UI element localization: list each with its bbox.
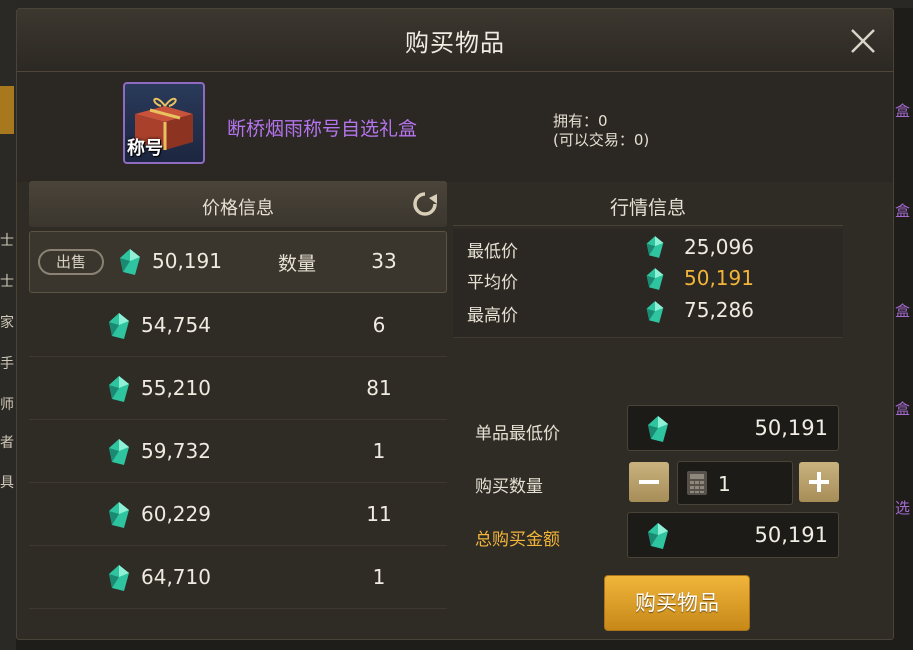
unit-price-value: 50,191 [754,416,828,440]
market-info-box: 最低价 25,096 平均价 50,191 最高价 75,286 [453,229,843,338]
listing-row[interactable]: 60,229 11 [29,484,447,546]
gem-icon [646,236,664,258]
gem-icon [646,268,664,290]
quantity-stepper [677,461,793,505]
listing-price: 60,229 [141,502,211,526]
avg-price-label: 平均价 [467,273,518,293]
gem-icon [120,249,140,275]
quantity-label: 数量 [278,253,317,275]
listing-quantity: 1 [372,565,386,589]
gem-icon [109,313,129,339]
listing-price: 59,732 [141,439,211,463]
listing-price: 55,210 [141,376,211,400]
price-info-title: 价格信息 [202,198,274,219]
listing-row[interactable]: 55,210 81 [29,358,447,420]
background-left-tab: 师 [0,397,14,413]
listing-quantity: 33 [371,249,397,273]
min-price-label: 最低价 [467,242,518,262]
max-price-label: 最高价 [467,306,518,326]
total-price-value: 50,191 [754,523,828,547]
price-info-header: 价格信息 [29,181,447,227]
item-info-row: 称号 断桥烟雨称号自选礼盒 拥有：0 (可以交易：0) [17,72,893,182]
dialog-titlebar: 购买物品 [17,9,893,72]
avg-price-value: 50,191 [684,266,754,290]
gem-icon [109,376,129,402]
item-badge: 称号 [127,138,163,159]
background-left-tab: 士 [0,233,14,249]
listing-quantity: 11 [366,502,392,526]
sell-badge: 出售 [38,249,104,275]
background-fragment: 盒 [895,102,911,120]
quantity-label: 购买数量 [475,477,543,497]
gem-icon [109,439,129,465]
dialog-title: 购买物品 [405,29,505,57]
unit-price-field: 50,191 [627,405,839,451]
owned-count: 拥有：0 [553,112,608,130]
max-price-value: 75,286 [684,298,754,322]
listing-row[interactable]: 54,754 6 [29,295,447,357]
listing-quantity: 81 [366,376,392,400]
gem-icon [648,416,668,442]
purchase-dialog: 购买物品 称号 断桥烟雨称号自选礼盒 拥有：0 (可以交易：0) 价格信息 出售… [16,8,894,640]
tradeable-count: (可以交易：0) [553,131,650,149]
quantity-input[interactable] [716,468,790,500]
listing-quantity: 1 [372,439,386,463]
calculator-icon[interactable] [686,470,708,496]
background-left-tab: 家 [0,315,14,331]
listing-row[interactable]: 59,732 1 [29,421,447,483]
listing-price: 64,710 [141,565,211,589]
decrease-button[interactable] [629,462,669,502]
gem-icon [648,523,668,549]
background-fragment: 盒 [895,202,911,220]
background-left-tab-active [0,86,14,134]
market-info-title: 行情信息 [609,197,686,219]
background-fragment: 盒 [895,400,911,418]
min-price-value: 25,096 [684,235,754,259]
listing-price: 54,754 [141,313,211,337]
listing-quantity: 6 [372,313,386,337]
market-divider [453,225,843,226]
background-topbar [0,0,913,8]
total-price-field: 50,191 [627,512,839,558]
gift-box-icon[interactable]: 称号 [123,82,205,164]
item-name: 断桥烟雨称号自选礼盒 [227,118,418,140]
plus-icon [809,472,829,492]
refresh-icon[interactable] [411,190,439,218]
background-left-tab: 具 [0,475,14,491]
background-left-tab: 士 [0,274,14,290]
total-price-label: 总购买金额 [475,530,560,550]
background-fragment: 盒 [895,302,911,320]
listing-row[interactable]: 出售 50,191 数量 33 [29,231,447,293]
price-info-panel: 价格信息 出售 50,191 数量 33 54,754 6 55,210 81 … [29,181,447,619]
background-left-tab: 手 [0,356,14,372]
increase-button[interactable] [799,462,839,502]
background-left-tab: 者 [0,435,14,451]
gem-icon [109,502,129,528]
gem-icon [109,565,129,591]
listing-price: 50,191 [152,249,222,273]
unit-price-label: 单品最低价 [475,424,560,444]
minus-icon [639,480,659,484]
close-icon[interactable] [847,25,879,57]
background-fragment: 选 [895,499,911,517]
buy-button[interactable]: 购买物品 [604,575,750,631]
listing-row[interactable]: 64,710 1 [29,547,447,609]
gem-icon [646,301,664,323]
